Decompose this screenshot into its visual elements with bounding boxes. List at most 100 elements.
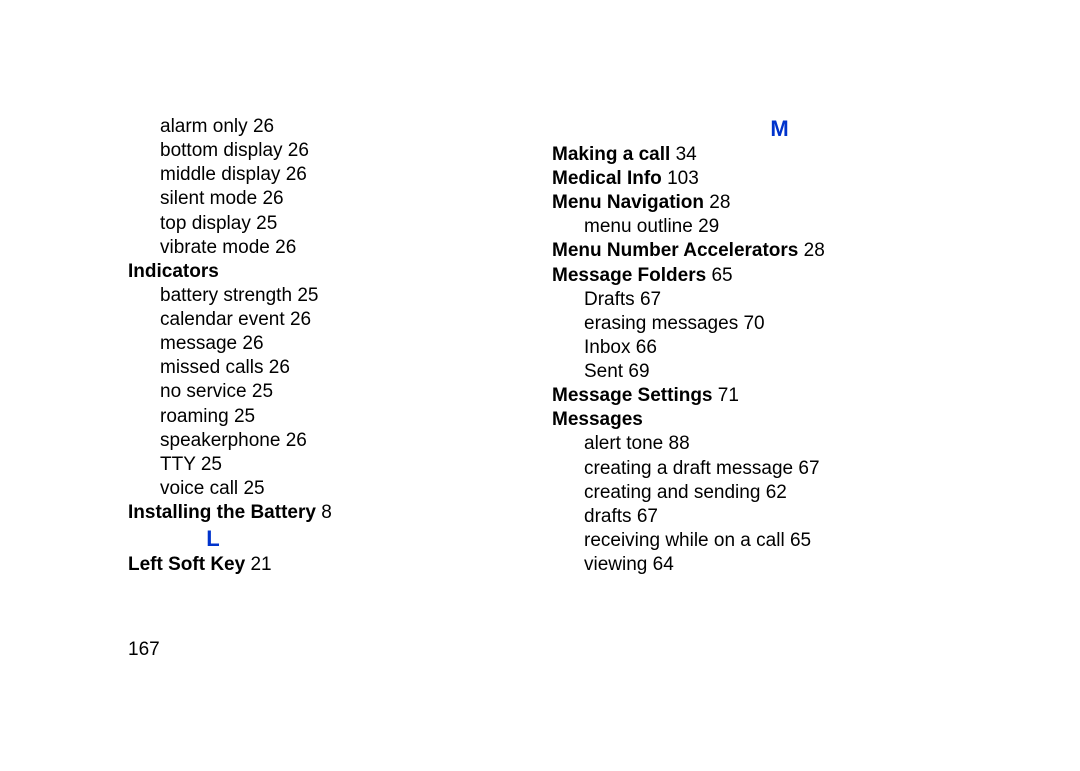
sub-entry-text: speakerphone — [160, 430, 280, 451]
entry-page: 71 — [718, 385, 739, 406]
entry-label: Menu Navigation — [552, 192, 704, 213]
sub-entry-page: 67 — [798, 458, 819, 479]
sub-entry-page: 25 — [252, 381, 273, 402]
sub-entry: Inbox 66 — [584, 336, 972, 360]
entry-medical-info: Medical Info 103 — [552, 167, 972, 191]
entry-page: 8 — [321, 502, 332, 523]
sub-entry: receiving while on a call 65 — [584, 529, 972, 553]
sub-entry: Drafts 67 — [584, 288, 972, 312]
entry-label: Left Soft Key — [128, 554, 245, 575]
sub-entry: bottom display 26 — [160, 139, 548, 163]
sub-entry-page: 65 — [790, 530, 811, 551]
entry-page: 28 — [804, 240, 825, 261]
entry-left-soft-key: Left Soft Key 21 — [128, 553, 548, 577]
sub-entry-text: no service — [160, 381, 247, 402]
entry-message-settings: Message Settings 71 — [552, 384, 972, 408]
sub-entry-text: TTY — [160, 454, 196, 475]
sub-entry: middle display 26 — [160, 163, 548, 187]
entry-messages: Messages — [552, 408, 972, 432]
page-number: 167 — [128, 639, 160, 661]
sub-entry: battery strength 25 — [160, 284, 548, 308]
pre-indicators-sub-list: alarm only 26 bottom display 26 middle d… — [160, 115, 548, 260]
sub-entry-text: Drafts — [584, 289, 635, 310]
sub-entry: voice call 25 — [160, 477, 548, 501]
message-folders-sub-list: Drafts 67 erasing messages 70 Inbox 66 S… — [584, 288, 972, 385]
entry-page: 34 — [676, 144, 697, 165]
sub-entry-page: 26 — [288, 140, 309, 161]
sub-entry-text: receiving while on a call — [584, 530, 785, 551]
sub-entry-page: 25 — [234, 406, 255, 427]
sub-entry-text: Sent — [584, 361, 623, 382]
sub-entry-page: 25 — [201, 454, 222, 475]
section-letter-l: L — [128, 525, 298, 553]
sub-entry: viewing 64 — [584, 553, 972, 577]
sub-entry: top display 25 — [160, 212, 548, 236]
sub-entry-text: menu outline — [584, 216, 693, 237]
sub-entry-page: 69 — [628, 361, 649, 382]
sub-entry-text: erasing messages — [584, 313, 738, 334]
sub-entry-page: 67 — [637, 506, 658, 527]
sub-entry-text: viewing — [584, 554, 647, 575]
sub-entry: silent mode 26 — [160, 187, 548, 211]
entry-message-folders: Message Folders 65 — [552, 264, 972, 288]
entry-page: 21 — [250, 554, 271, 575]
sub-entry: alert tone 88 — [584, 432, 972, 456]
sub-entry: menu outline 29 — [584, 215, 972, 239]
sub-entry: no service 25 — [160, 380, 548, 404]
sub-entry-text: drafts — [584, 506, 632, 527]
sub-entry-text: missed calls — [160, 357, 263, 378]
sub-entry-text: middle display — [160, 164, 280, 185]
sub-entry-text: battery strength — [160, 285, 292, 306]
sub-entry-page: 25 — [256, 213, 277, 234]
sub-entry: speakerphone 26 — [160, 429, 548, 453]
messages-sub-list: alert tone 88 creating a draft message 6… — [584, 432, 972, 577]
entry-label: Installing the Battery — [128, 502, 316, 523]
sub-entry: TTY 25 — [160, 453, 548, 477]
entry-page: 65 — [711, 265, 732, 286]
index-page: alarm only 26 bottom display 26 middle d… — [0, 0, 1080, 771]
sub-entry-page: 25 — [243, 478, 264, 499]
entry-label: Message Folders — [552, 265, 706, 286]
menu-navigation-sub-list: menu outline 29 — [584, 215, 972, 239]
sub-entry: missed calls 26 — [160, 356, 548, 380]
section-letter-m: M — [552, 115, 1007, 143]
sub-entry-text: top display — [160, 213, 251, 234]
sub-entry-text: silent mode — [160, 188, 257, 209]
sub-entry-page: 64 — [653, 554, 674, 575]
sub-entry: creating and sending 62 — [584, 481, 972, 505]
sub-entry-page: 26 — [290, 309, 311, 330]
sub-entry-text: Inbox — [584, 337, 630, 358]
sub-entry-page: 62 — [766, 482, 787, 503]
sub-entry: erasing messages 70 — [584, 312, 972, 336]
sub-entry: vibrate mode 26 — [160, 236, 548, 260]
entry-label: Message Settings — [552, 385, 713, 406]
sub-entry-page: 26 — [262, 188, 283, 209]
sub-entry-page: 88 — [669, 433, 690, 454]
entry-indicators: Indicators — [128, 260, 548, 284]
sub-entry: roaming 25 — [160, 405, 548, 429]
entry-label: Menu Number Accelerators — [552, 240, 798, 261]
sub-entry-page: 26 — [286, 164, 307, 185]
entry-page: 28 — [709, 192, 730, 213]
sub-entry-page: 70 — [743, 313, 764, 334]
sub-entry-text: vibrate mode — [160, 237, 270, 258]
sub-entry: message 26 — [160, 332, 548, 356]
sub-entry-page: 26 — [275, 237, 296, 258]
entry-menu-navigation: Menu Navigation 28 — [552, 191, 972, 215]
sub-entry-page: 26 — [253, 116, 274, 137]
sub-entry: calendar event 26 — [160, 308, 548, 332]
sub-entry-text: creating and sending — [584, 482, 760, 503]
sub-entry-page: 26 — [242, 333, 263, 354]
sub-entry-text: message — [160, 333, 237, 354]
sub-entry: alarm only 26 — [160, 115, 548, 139]
sub-entry-text: roaming — [160, 406, 229, 427]
entry-installing-battery: Installing the Battery 8 — [128, 501, 548, 525]
sub-entry-page: 25 — [297, 285, 318, 306]
sub-entry-text: creating a draft message — [584, 458, 793, 479]
sub-entry-text: alert tone — [584, 433, 663, 454]
sub-entry-page: 66 — [636, 337, 657, 358]
sub-entry-page: 26 — [286, 430, 307, 451]
sub-entry-text: bottom display — [160, 140, 283, 161]
sub-entry-text: calendar event — [160, 309, 285, 330]
entry-page: 103 — [667, 168, 699, 189]
